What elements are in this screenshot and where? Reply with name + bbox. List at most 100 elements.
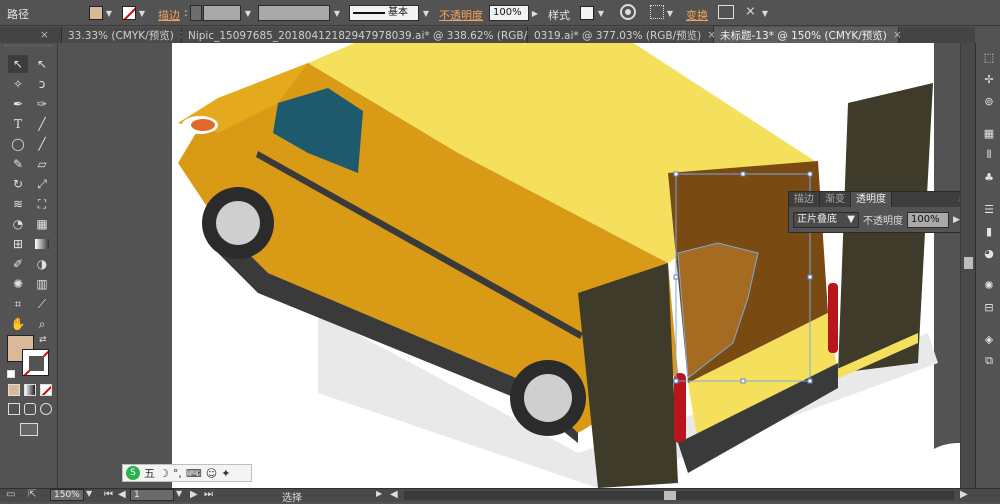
fill-dropdown-icon[interactable]: ▼ <box>104 6 114 20</box>
blend-mode-select[interactable]: 正片叠底 ▼ <box>793 211 859 228</box>
mesh-icon[interactable]: ⊞ <box>8 235 28 253</box>
tab-transparency[interactable]: 透明度 <box>851 192 892 207</box>
first-artboard-icon[interactable]: ⏮ <box>104 489 113 500</box>
column-graph-icon[interactable]: ▥ <box>32 275 52 293</box>
style-dropdown-icon[interactable]: ▼ <box>596 6 606 20</box>
selection-icon[interactable]: ↖ <box>8 55 28 73</box>
brush-definition[interactable]: 基本 <box>349 5 419 21</box>
stroke-weight-stepper[interactable] <box>190 5 202 21</box>
align-dropdown-icon[interactable]: ▼ <box>665 6 675 20</box>
free-transform-icon[interactable]: ⛶ <box>32 195 52 213</box>
scale-icon[interactable]: ⤢ <box>32 175 52 193</box>
gradient-icon[interactable] <box>32 235 52 253</box>
stroke-label[interactable]: 描边 <box>158 7 180 23</box>
tab-document-1[interactable]: 33.33% (CMYK/预览) × <box>62 27 189 43</box>
ellipse-icon[interactable]: ◯ <box>8 135 28 153</box>
shape-options-icon[interactable]: ⨯ <box>745 4 756 19</box>
vertical-scrollbar[interactable] <box>960 43 975 488</box>
magic-wand-icon[interactable]: ✧ <box>8 75 28 93</box>
artboard-dropdown-icon[interactable]: ▼ <box>176 489 182 498</box>
shape-builder-icon[interactable]: ◔ <box>8 215 28 233</box>
panel-grip[interactable] <box>5 45 53 49</box>
tab-close-icon[interactable]: × <box>893 29 902 41</box>
appearance-icon[interactable]: ⊚ <box>980 93 998 109</box>
stroke-panel-icon[interactable]: ☰ <box>980 201 998 217</box>
swap-fill-stroke-icon[interactable]: ⇄ <box>39 335 47 345</box>
eyedropper-icon[interactable]: ✐ <box>8 255 28 273</box>
lasso-icon[interactable]: ↄ <box>32 75 52 93</box>
align-icon[interactable] <box>650 5 664 19</box>
zoom-icon[interactable]: ⌕ <box>32 315 52 333</box>
graphic-styles-icon[interactable]: ✺ <box>980 277 998 293</box>
hscroll-right-icon[interactable]: ▶ <box>960 489 968 500</box>
artboard-icon[interactable]: ⌗ <box>8 295 28 313</box>
ime-keyboard-icon[interactable]: ⌨ <box>186 467 202 480</box>
artboards-icon[interactable]: ⧉ <box>980 353 998 369</box>
blend-icon[interactable]: ◑ <box>32 255 52 273</box>
scrollbar-thumb[interactable] <box>964 257 973 269</box>
next-artboard-icon[interactable]: ▶ <box>190 489 198 500</box>
opacity-arrow-icon[interactable]: ▶ <box>530 6 540 20</box>
align-panel-icon[interactable]: ⊟ <box>980 299 998 315</box>
warp-icon[interactable]: ≋ <box>8 195 28 213</box>
gradient-panel-icon[interactable]: ▮ <box>980 223 998 239</box>
share-icon[interactable]: ⇱ <box>28 489 36 500</box>
tab-document-active[interactable]: 未标题-13* @ 150% (CMYK/预览) × <box>714 27 902 43</box>
zoom-dropdown-icon[interactable]: ▼ <box>86 489 92 498</box>
panel-opacity-input[interactable]: 100% <box>907 211 949 228</box>
ime-moon-icon[interactable]: ☽ <box>159 467 169 480</box>
pencil-icon[interactable]: ✎ <box>8 155 28 173</box>
ime-settings-icon[interactable]: ✦ <box>221 467 230 480</box>
graphic-style-swatch[interactable] <box>580 6 594 20</box>
stroke-weight-dropdown-icon[interactable]: ▼ <box>243 6 253 20</box>
symbol-sprayer-icon[interactable]: ✺ <box>8 275 28 293</box>
ime-mode-label[interactable]: 五 <box>144 465 155 481</box>
eraser-icon[interactable]: ▱ <box>32 155 52 173</box>
hscroll-thumb[interactable] <box>664 491 676 500</box>
layers-icon[interactable]: ◈ <box>980 331 998 347</box>
artboard-number-input[interactable]: 1 <box>130 489 174 501</box>
perspective-grid-icon[interactable]: ▦ <box>32 215 52 233</box>
horizontal-scrollbar[interactable] <box>404 491 954 500</box>
tab-close-icon[interactable]: × <box>40 29 49 41</box>
swatches-icon[interactable]: ▦ <box>980 125 998 141</box>
stroke-none-swatch[interactable] <box>122 6 136 20</box>
draw-behind-icon[interactable] <box>24 403 36 415</box>
pen-icon[interactable]: ✒ <box>8 95 28 113</box>
document-icon[interactable]: ▭ <box>6 489 15 500</box>
fill-color-swatch[interactable] <box>89 6 103 20</box>
last-artboard-icon[interactable]: ⏭ <box>204 489 213 500</box>
transform-label[interactable]: 变换 <box>686 7 708 23</box>
screen-mode-icon[interactable] <box>20 423 38 436</box>
variable-width-dropdown-icon[interactable]: ▼ <box>332 6 342 20</box>
canvas-area[interactable]: S 五 ☽ °, ⌨ ☺ ✦ 描边 渐变 透明度 ≡ 正片叠底 ▼ 不透明度 1… <box>58 43 975 488</box>
none-mode-icon[interactable] <box>40 384 52 396</box>
default-colors-icon[interactable] <box>7 370 15 378</box>
hscroll-left-icon[interactable]: ◀ <box>390 489 398 500</box>
panel-opacity-arrow-icon[interactable]: ▶ <box>953 215 960 225</box>
recolor-artwork-icon[interactable] <box>620 4 636 20</box>
direct-selection-icon[interactable]: ↖ <box>32 55 52 73</box>
tabs-overflow[interactable]: × <box>0 27 62 43</box>
ime-punct-icon[interactable]: °, <box>173 467 182 480</box>
color-mode-icon[interactable] <box>8 384 20 396</box>
rotate-icon[interactable]: ↻ <box>8 175 28 193</box>
transparency-panel-icon[interactable]: ◕ <box>980 245 998 261</box>
type-icon[interactable]: T <box>8 115 28 133</box>
zoom-input[interactable]: 150% <box>50 489 84 501</box>
opacity-input[interactable]: 100% <box>489 5 529 21</box>
draw-inside-icon[interactable] <box>40 403 52 415</box>
shape-options-dropdown-icon[interactable]: ▼ <box>760 6 770 20</box>
tab-document-3[interactable]: 0319.ai* @ 377.03% (RGB/预览) × <box>528 27 716 43</box>
ime-logo-icon[interactable]: S <box>126 466 140 480</box>
ime-user-icon[interactable]: ☺ <box>206 467 217 480</box>
isolate-icon[interactable] <box>718 5 734 19</box>
curvature-icon[interactable]: ✑ <box>32 95 52 113</box>
tab-stroke[interactable]: 描边 <box>789 192 820 207</box>
paintbrush-icon[interactable]: ╱ <box>32 135 52 153</box>
opacity-label[interactable]: 不透明度 <box>439 7 483 23</box>
stroke-dropdown-icon[interactable]: ▼ <box>137 6 147 20</box>
ime-toolbar[interactable]: S 五 ☽ °, ⌨ ☺ ✦ <box>122 464 252 482</box>
draw-normal-icon[interactable] <box>8 403 20 415</box>
van-illustration[interactable] <box>58 43 975 488</box>
